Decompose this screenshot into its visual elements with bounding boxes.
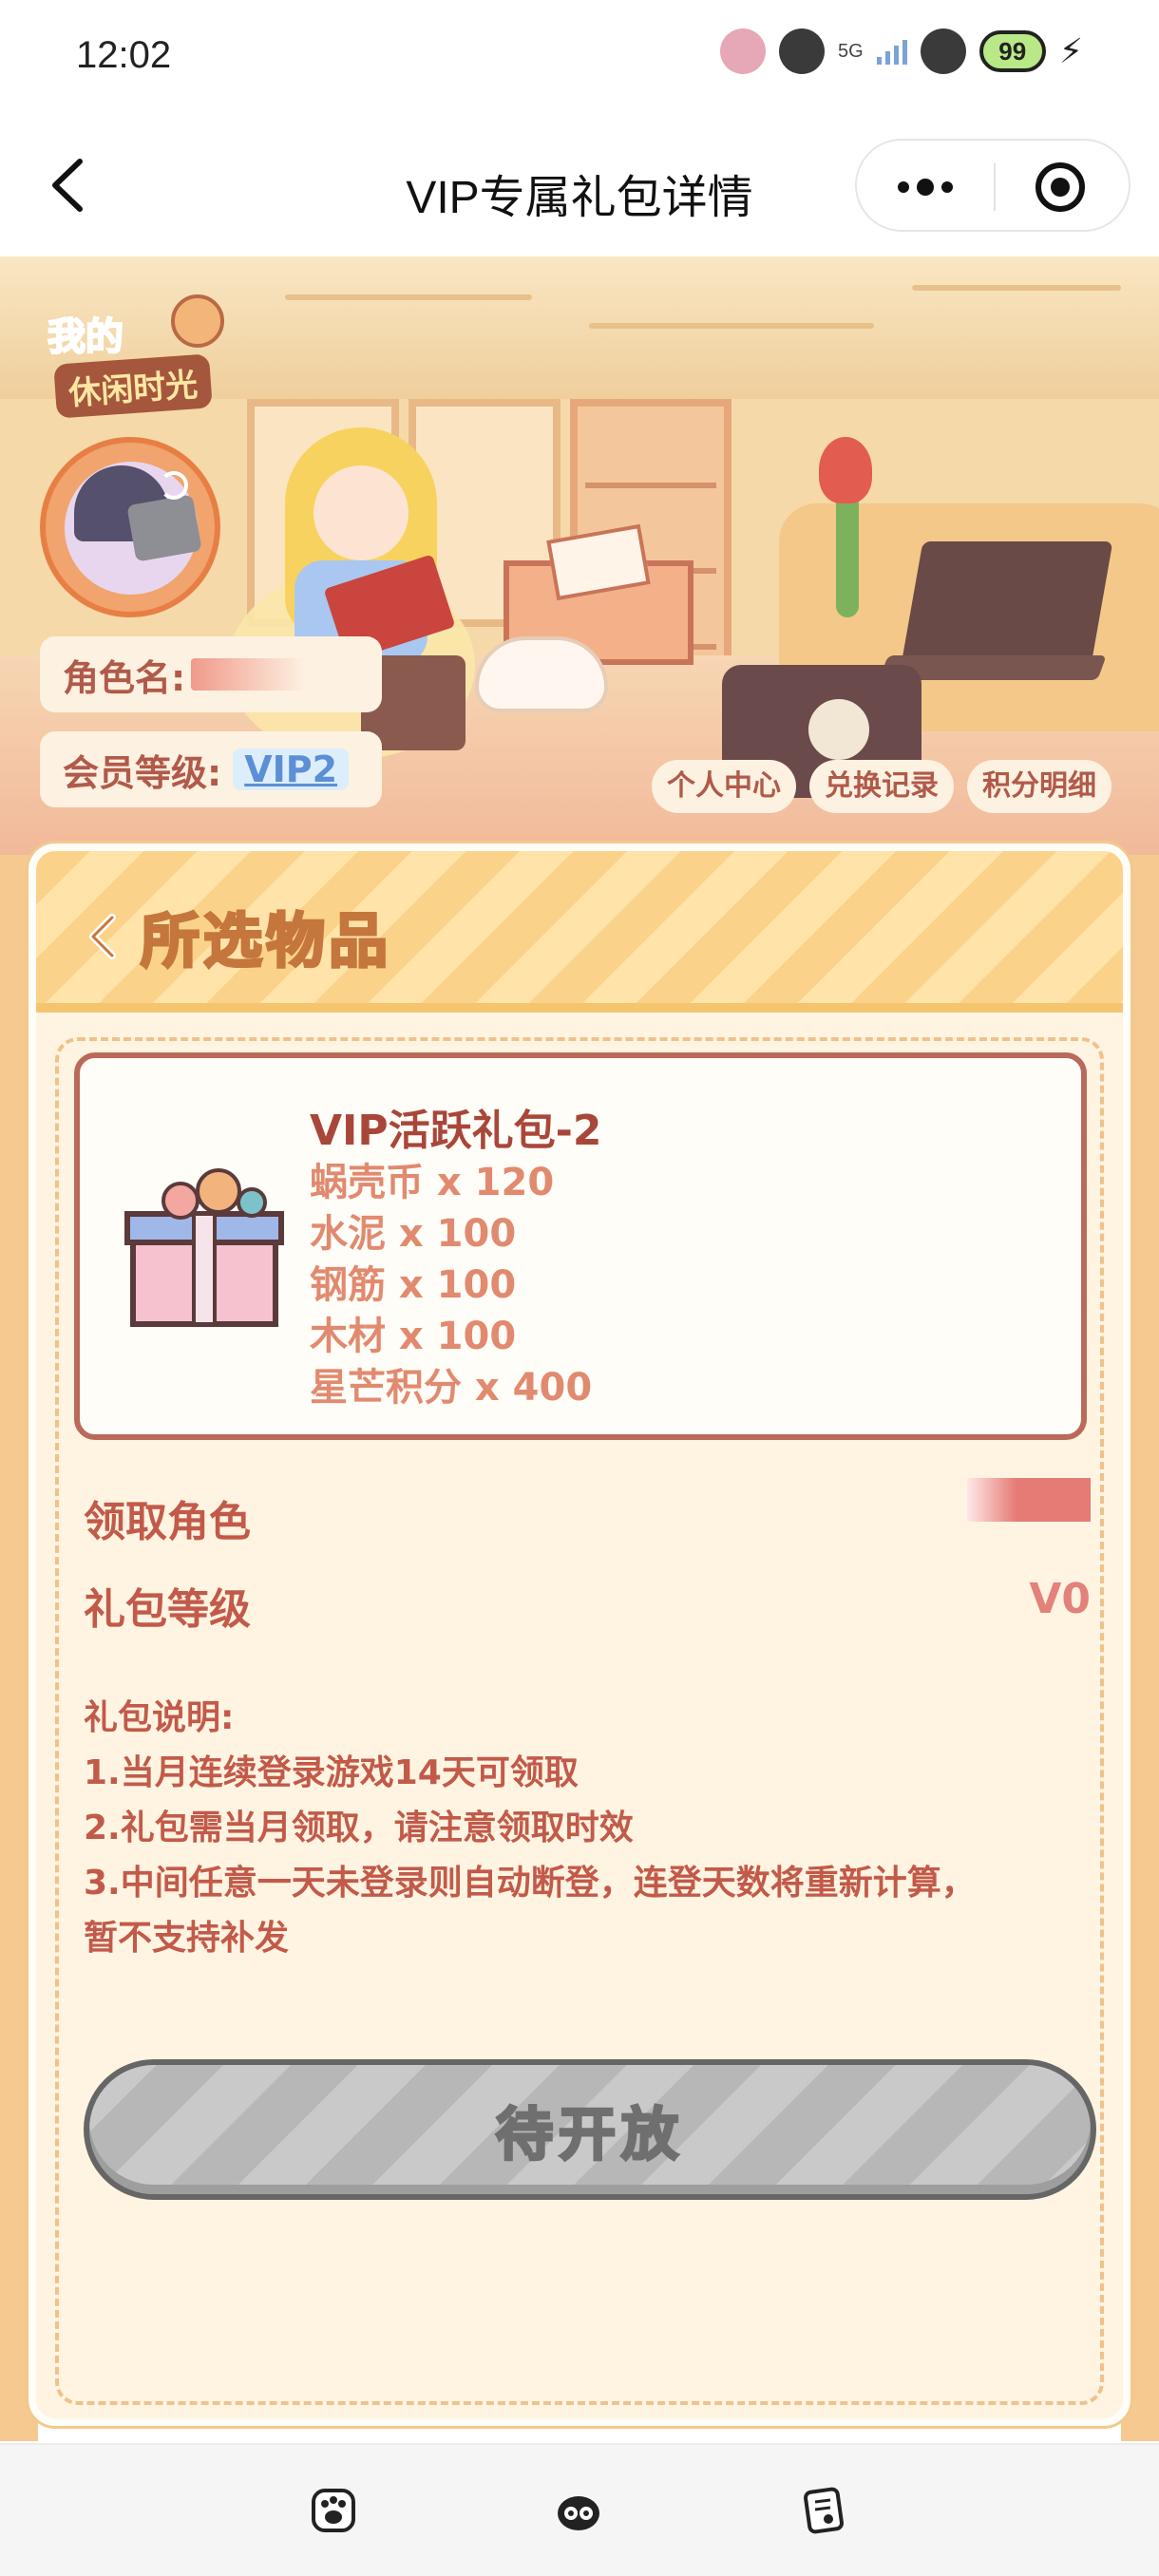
gift-item: 水泥 x 100 bbox=[310, 1212, 517, 1256]
gift-level-row: 礼包等级 V0 bbox=[84, 1565, 1091, 1634]
description-line: 1.当月连续登录游戏14天可领取 bbox=[84, 1753, 579, 1792]
hero-tabs: 个人中心 兑换记录 积分明细 bbox=[652, 760, 1112, 813]
gift-item: 木材 x 100 bbox=[310, 1315, 517, 1358]
cat-illustration bbox=[475, 636, 608, 712]
more-button[interactable] bbox=[857, 141, 994, 234]
chevron-left-icon bbox=[89, 914, 116, 959]
status-time: 12:02 bbox=[76, 34, 172, 76]
signal-icon bbox=[876, 38, 907, 65]
card-back-button[interactable] bbox=[84, 910, 122, 963]
gift-item: 星芒积分 x 400 bbox=[310, 1366, 593, 1410]
gift-name: VIP活跃礼包-2 bbox=[310, 1107, 602, 1155]
tab-exchange-records[interactable]: 兑换记录 bbox=[809, 760, 954, 813]
member-level-pill: 会员等级: VIP2 bbox=[40, 731, 382, 807]
cat-notification-icon bbox=[779, 28, 826, 74]
description-line: 3.中间任意一天未登录则自动断登，连登天数将重新计算， bbox=[84, 1864, 976, 1903]
avatar bbox=[40, 437, 220, 617]
mini-program-capsule bbox=[855, 139, 1130, 232]
role-name-label: 角色名: bbox=[63, 656, 186, 699]
paw-icon[interactable] bbox=[310, 2487, 357, 2534]
battery-indicator: 99 bbox=[978, 30, 1046, 72]
gift-level-value: V0 bbox=[1029, 1575, 1091, 1623]
member-level-label: 会员等级: bbox=[63, 751, 222, 794]
girl-face bbox=[314, 465, 408, 560]
network-label: 5G bbox=[838, 41, 864, 62]
member-level-value[interactable]: VIP2 bbox=[233, 748, 350, 790]
claim-role-label: 领取角色 bbox=[84, 1498, 251, 1546]
description-line: 2.礼包需当月领取，请注意领取时效 bbox=[84, 1809, 634, 1847]
tab-personal-center[interactable]: 个人中心 bbox=[652, 760, 796, 813]
target-circle-icon bbox=[1036, 162, 1085, 212]
wifi-cat-icon bbox=[920, 28, 966, 74]
gift-box-icon bbox=[114, 1153, 304, 1343]
gift-item: 钢筋 x 100 bbox=[310, 1263, 517, 1307]
cat-notification-icon bbox=[720, 28, 767, 74]
logo-line-2: 休闲时光 bbox=[53, 353, 213, 419]
tab-points-details[interactable]: 积分明细 bbox=[967, 760, 1112, 813]
role-name-redacted bbox=[191, 658, 306, 691]
description-line: 暂不支持补发 bbox=[84, 1919, 290, 1958]
pending-open-label: 待开放 bbox=[495, 2100, 684, 2169]
card-header: 所选物品 bbox=[36, 851, 1123, 1013]
charging-icon: ⚡ bbox=[1058, 31, 1083, 71]
game-logo: 我的 休闲时光 bbox=[28, 294, 238, 427]
claim-role-redacted bbox=[967, 1478, 1091, 1522]
document-icon[interactable] bbox=[800, 2487, 847, 2534]
logo-line-1: 我的 bbox=[47, 314, 124, 360]
pending-open-button[interactable]: 待开放 bbox=[84, 2059, 1096, 2200]
status-icons: 5G 99 ⚡ bbox=[720, 28, 1083, 74]
gift-info-box: VIP活跃礼包-2 蜗壳币 x 120 水泥 x 100 钢筋 x 100 木材… bbox=[74, 1052, 1087, 1440]
tulip-decoration bbox=[819, 437, 872, 503]
card-title: 所选物品 bbox=[139, 905, 392, 977]
role-name-pill: 角色名: bbox=[40, 636, 382, 712]
telephone-dial-decoration bbox=[803, 693, 875, 766]
gift-detail-card: 所选物品 VIP活跃礼包-2 蜗壳币 x 120 水泥 x 100 钢筋 x 1… bbox=[28, 843, 1130, 2426]
cat-face-icon[interactable] bbox=[555, 2487, 602, 2534]
nav-bar: VIP专属礼包详情 bbox=[0, 114, 1159, 256]
gift-level-label: 礼包等级 bbox=[84, 1585, 251, 1634]
gift-item: 蜗壳币 x 120 bbox=[310, 1161, 555, 1204]
claim-role-row: 领取角色 bbox=[84, 1478, 1091, 1546]
hero-banner: 我的 休闲时光 角色名: 会员等级: VIP2 个人中心 兑换记录 积分明细 bbox=[0, 256, 1159, 855]
gift-description: 礼包说明: 1.当月连续登录游戏14天可领取 2.礼包需当月领取，请注意领取时效… bbox=[84, 1691, 1091, 1966]
gift-item-list: 蜗壳币 x 120 水泥 x 100 钢筋 x 100 木材 x 100 星芒积… bbox=[310, 1157, 592, 1413]
status-bar: 12:02 5G 99 ⚡ bbox=[0, 0, 1159, 114]
snail-icon bbox=[171, 294, 224, 348]
laptop-decoration bbox=[901, 541, 1113, 665]
description-title: 礼包说明: bbox=[84, 1698, 235, 1737]
close-button[interactable] bbox=[992, 141, 1129, 234]
bottom-toolbar bbox=[0, 2443, 1159, 2576]
